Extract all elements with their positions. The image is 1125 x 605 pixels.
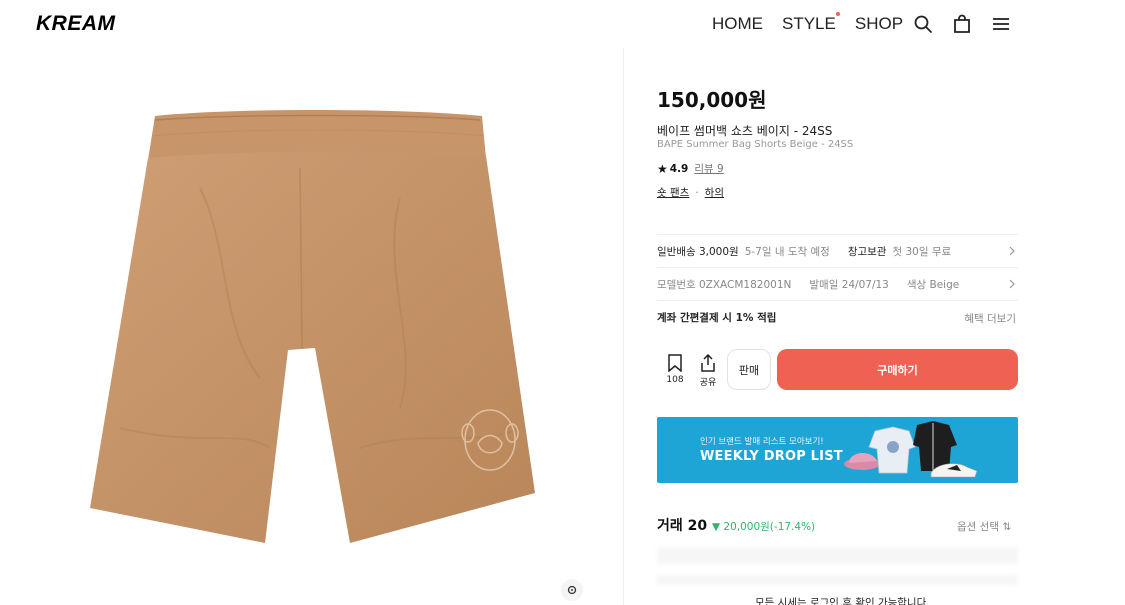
main-nav: HOME STYLE SHOP bbox=[712, 12, 903, 34]
banner-products-image bbox=[844, 421, 978, 478]
product-title-ko: 베이프 썸머백 쇼츠 베이지 - 24SS bbox=[657, 124, 833, 138]
trade-title: 거래 20 bbox=[657, 518, 708, 534]
nav-style-label: STYLE bbox=[782, 14, 836, 33]
shorts-image bbox=[90, 110, 535, 543]
share-button[interactable]: 공유 bbox=[694, 353, 722, 388]
menu-icon[interactable] bbox=[991, 14, 1011, 34]
weekly-drop-banner[interactable]: 인기 브랜드 발매 리스트 모아보기! WEEKLY DROP LIST bbox=[657, 417, 1018, 483]
storage-value: 첫 30일 무료 bbox=[892, 245, 952, 258]
share-icon bbox=[701, 353, 715, 372]
search-icon[interactable] bbox=[913, 14, 933, 34]
star-icon: ★ bbox=[657, 161, 668, 176]
shipping-label: 일반배송 3,000원 bbox=[657, 245, 739, 258]
price-change: ▼ 20,000원(-17.4%) bbox=[712, 521, 816, 533]
top-header: KREAM HOME STYLE SHOP bbox=[0, 0, 1125, 48]
blurred-tab-row bbox=[657, 547, 1018, 564]
chevron-right-icon bbox=[1009, 279, 1015, 289]
promo-text: 계좌 간편결제 시 1% 적립 bbox=[657, 311, 777, 324]
wish-button[interactable]: 108 bbox=[661, 354, 689, 385]
nav-shop[interactable]: SHOP bbox=[855, 14, 903, 34]
model-number: 모델번호 0ZXACM182001N bbox=[657, 278, 792, 291]
tag-bottoms[interactable]: 하의 bbox=[705, 185, 724, 200]
sell-button[interactable]: 판매 bbox=[727, 349, 771, 390]
promo-row[interactable]: 계좌 간편결제 시 1% 적립 혜택 더보기 bbox=[657, 300, 1018, 333]
bookmark-icon bbox=[668, 354, 682, 373]
product-image-area[interactable] bbox=[0, 48, 622, 605]
rating-score: 4.9 bbox=[669, 162, 689, 175]
login-notice: 모든 시세는 로그인 후 확인 가능합니다 bbox=[755, 597, 927, 605]
promo-more-link[interactable]: 혜택 더보기 bbox=[964, 311, 1016, 326]
shipping-row[interactable]: 일반배송 3,000원 5-7일 내 도착 예정 창고보관 첫 30일 무료 bbox=[657, 234, 1018, 267]
tag-separator: · bbox=[695, 186, 699, 199]
blurred-data-row bbox=[657, 575, 1018, 585]
tag-shorts[interactable]: 숏 팬츠 bbox=[657, 185, 689, 200]
share-label: 공유 bbox=[699, 378, 717, 388]
nav-home[interactable]: HOME bbox=[712, 14, 763, 34]
nav-style[interactable]: STYLE bbox=[782, 12, 840, 34]
product-title-en: BAPE Summer Bag Shorts Beige - 24SS bbox=[657, 139, 854, 150]
new-indicator-dot bbox=[835, 12, 840, 16]
option-select[interactable]: 옵션 선택 ⇅ bbox=[957, 519, 1011, 534]
vertical-divider bbox=[623, 48, 624, 605]
lens-icon bbox=[567, 585, 577, 595]
color-value: 색상 Beige bbox=[906, 278, 960, 291]
buy-button[interactable]: 구매하기 bbox=[777, 349, 1018, 390]
review-link[interactable]: 리뷰 9 bbox=[694, 161, 723, 176]
chevron-right-icon bbox=[1009, 246, 1015, 256]
release-date: 발매일 24/07/13 bbox=[809, 278, 889, 291]
zoom-button[interactable] bbox=[561, 579, 583, 601]
storage-label: 창고보관 bbox=[847, 245, 887, 258]
shipping-value: 5-7일 내 도착 예정 bbox=[744, 245, 830, 258]
cart-icon[interactable] bbox=[952, 14, 972, 34]
product-info-row[interactable]: 모델번호 0ZXACM182001N 발매일 24/07/13 색상 Beige bbox=[657, 267, 1018, 300]
rating-row: ★ 4.9 리뷰 9 bbox=[657, 161, 724, 176]
kream-logo[interactable]: KREAM bbox=[36, 12, 116, 36]
product-price: 150,000원 bbox=[657, 88, 767, 112]
wish-count: 108 bbox=[666, 375, 684, 385]
category-tags: 숏 팬츠 · 하의 bbox=[657, 185, 724, 200]
